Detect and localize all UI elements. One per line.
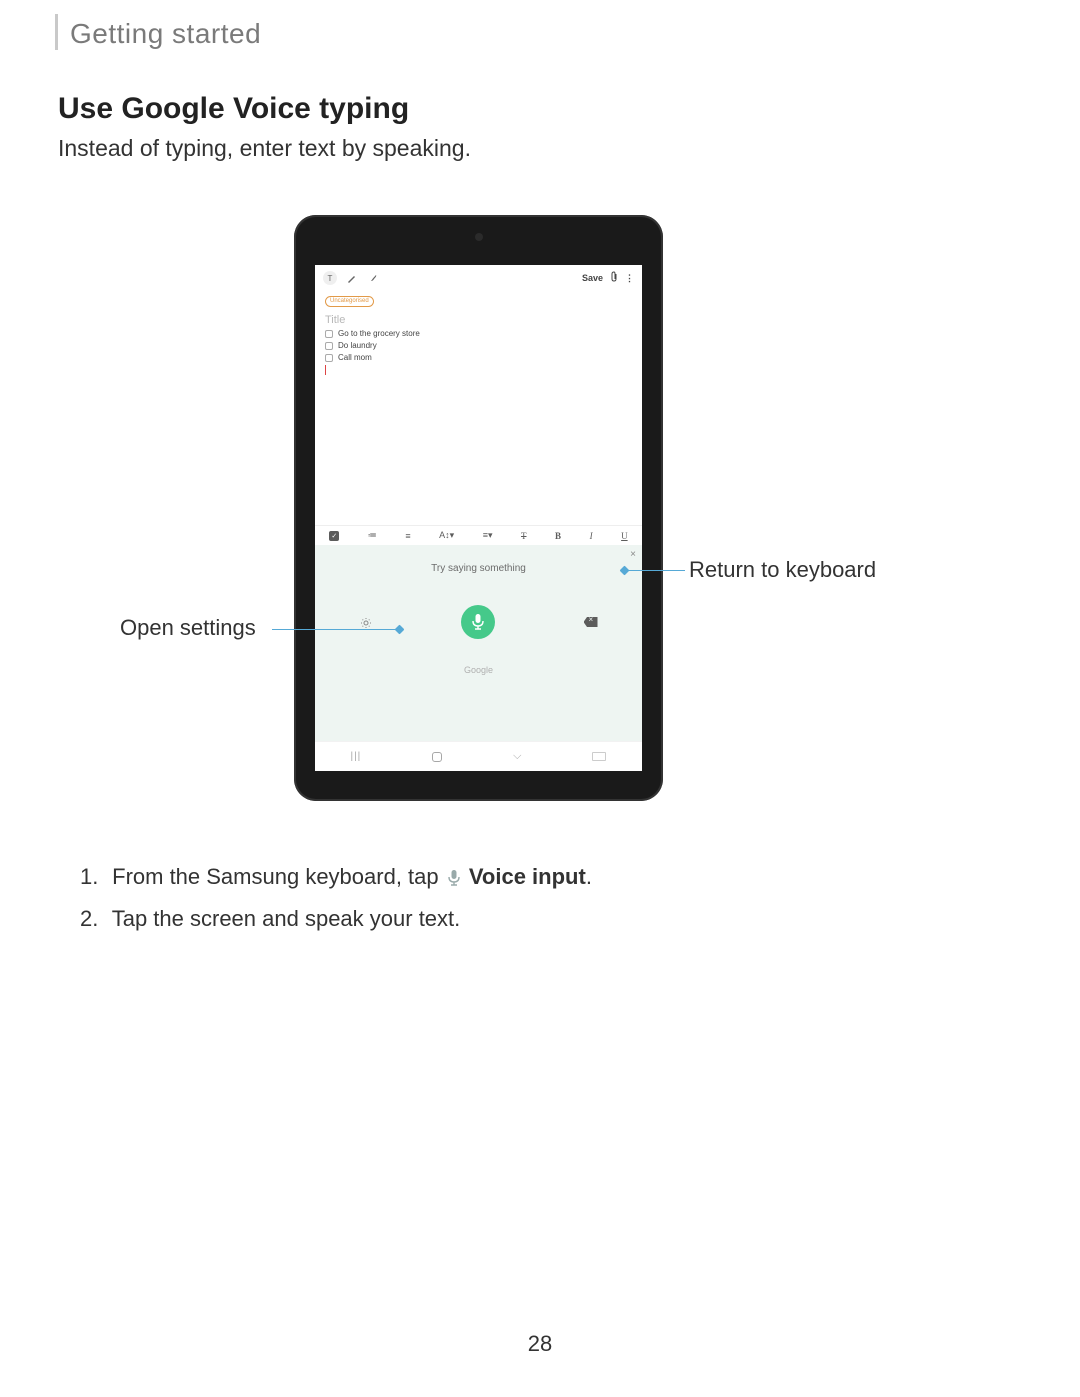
- breadcrumb: Getting started: [70, 18, 261, 50]
- checklist-text: Call mom: [338, 353, 372, 362]
- page-heading: Use Google Voice typing: [58, 92, 409, 126]
- note-title-input[interactable]: Title: [325, 314, 642, 326]
- checkbox-icon[interactable]: [325, 330, 333, 338]
- microphone-button[interactable]: [461, 605, 495, 639]
- breadcrumb-rule: [55, 14, 58, 50]
- callout-open-settings: Open settings: [120, 615, 256, 641]
- bulleted-list-icon[interactable]: ≡: [405, 531, 410, 541]
- checklist-item[interactable]: Call mom: [325, 353, 642, 362]
- intro-text: Instead of typing, enter text by speakin…: [58, 135, 471, 162]
- more-icon[interactable]: ⋮: [625, 273, 634, 284]
- app-toolbar: T Save ⋮: [315, 265, 642, 289]
- checklist-item[interactable]: Do laundry: [325, 341, 642, 350]
- checkbox-icon[interactable]: [325, 354, 333, 362]
- align-icon[interactable]: ≡▾: [483, 530, 493, 541]
- instruction-list: 1. From the Samsung keyboard, tap Voice …: [80, 864, 592, 948]
- back-icon[interactable]: ⌵: [513, 750, 521, 763]
- italic-icon[interactable]: I: [590, 531, 593, 541]
- bold-icon[interactable]: B: [555, 531, 561, 541]
- backspace-icon[interactable]: [584, 617, 598, 627]
- text-mode-icon[interactable]: T: [323, 271, 337, 285]
- attach-icon[interactable]: [609, 271, 619, 285]
- pen-icon[interactable]: [345, 271, 359, 285]
- checklist-text: Do laundry: [338, 341, 377, 350]
- callout-return-keyboard: Return to keyboard: [689, 557, 876, 583]
- notes-app: T Save ⋮ Uncategorised Title Go to the g…: [315, 265, 642, 525]
- strikethrough-icon[interactable]: T: [521, 531, 527, 541]
- keyboard-switch-icon[interactable]: [592, 752, 606, 761]
- callout-line: [272, 629, 400, 630]
- category-chip[interactable]: Uncategorised: [325, 296, 374, 307]
- brush-icon[interactable]: [367, 271, 381, 285]
- checklist-text: Go to the grocery store: [338, 329, 420, 338]
- instruction-step: 1. From the Samsung keyboard, tap Voice …: [80, 864, 592, 890]
- text-caret: [325, 365, 326, 375]
- checklist-item[interactable]: Go to the grocery store: [325, 329, 642, 338]
- system-nav-bar: ||| ⌵: [315, 741, 642, 771]
- tablet-screen: T Save ⋮ Uncategorised Title Go to the g…: [315, 265, 642, 771]
- google-brand-label: Google: [315, 665, 642, 675]
- camera-dot: [475, 233, 483, 241]
- checklist-toggle-icon[interactable]: ✓: [329, 531, 339, 541]
- home-icon[interactable]: [432, 752, 442, 762]
- tablet-frame: T Save ⋮ Uncategorised Title Go to the g…: [294, 215, 663, 801]
- step-text: .: [586, 864, 592, 889]
- numbered-list-icon[interactable]: ≔: [368, 530, 377, 541]
- page-number: 28: [0, 1331, 1080, 1357]
- instruction-step: 2. Tap the screen and speak your text.: [80, 906, 592, 932]
- save-button[interactable]: Save: [582, 273, 603, 283]
- text-style-icon[interactable]: A↕▾: [439, 530, 454, 541]
- voice-input-panel: × Try saying something Google: [315, 545, 642, 741]
- callout-line: [625, 570, 685, 571]
- mic-icon: [447, 869, 461, 887]
- checkbox-icon[interactable]: [325, 342, 333, 350]
- step-number: 2.: [80, 906, 106, 932]
- underline-icon[interactable]: U: [621, 531, 628, 541]
- step-text: From the Samsung keyboard, tap: [112, 864, 439, 889]
- voice-prompt: Try saying something: [315, 563, 642, 574]
- voice-settings-icon[interactable]: [360, 616, 372, 628]
- step-text-bold: Voice input: [469, 864, 586, 889]
- format-toolbar: ✓ ≔ ≡ A↕▾ ≡▾ T B I U: [315, 525, 642, 545]
- step-number: 1.: [80, 864, 106, 890]
- step-text: Tap the screen and speak your text.: [112, 906, 461, 931]
- close-voice-icon[interactable]: ×: [630, 549, 636, 560]
- recents-icon[interactable]: |||: [350, 751, 361, 762]
